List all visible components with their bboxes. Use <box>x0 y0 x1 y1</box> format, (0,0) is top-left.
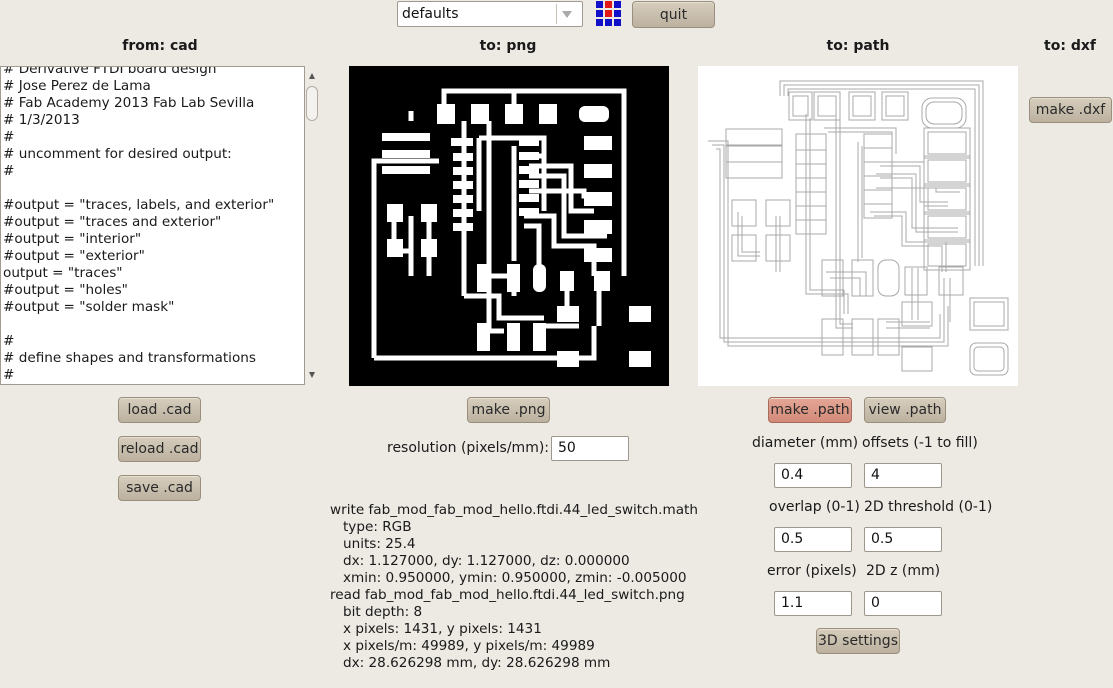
cad-line: # <box>3 163 15 179</box>
dropdown-divider <box>556 4 557 24</box>
offsets-label: offsets (-1 to fill) <box>862 435 978 451</box>
cad-line: output = "traces" <box>3 265 123 281</box>
cad-line <box>3 180 274 197</box>
cad-line: # <box>3 367 15 383</box>
resolution-input[interactable]: 50 <box>551 436 629 461</box>
log-line: dx: 1.127000, dy: 1.127000, dz: 0.000000 <box>330 553 630 569</box>
threshold-label: 2D threshold (0-1) <box>864 499 993 515</box>
load-cad-button[interactable]: load .cad <box>118 397 201 423</box>
make-path-button[interactable]: make .path <box>768 397 852 423</box>
cad-line: #output = "interior" <box>3 231 142 247</box>
3d-settings-button[interactable]: 3D settings <box>816 628 900 654</box>
make-png-button[interactable]: make .png <box>467 397 550 423</box>
cad-line: # define shapes and transformations <box>3 350 256 366</box>
cad-line: # uncomment for desired output: <box>3 146 232 162</box>
overlap-input[interactable]: 0.5 <box>774 527 852 552</box>
log-line: units: 25.4 <box>330 536 416 552</box>
cad-text-area[interactable]: # Derivative FTDI board design # Jose Per… <box>0 66 305 385</box>
log-line: x pixels/m: 49989, y pixels/m: 49989 <box>330 638 595 654</box>
log-output: write fab_mod_fab_mod_hello.ftdi.44_led_… <box>330 502 698 672</box>
cad-line: # Fab Academy 2013 Fab Lab Sevilla <box>3 95 255 111</box>
log-line: bit depth: 8 <box>330 604 423 620</box>
threshold-input[interactable]: 0.5 <box>864 527 942 552</box>
cad-line: #output = "holes" <box>3 282 128 298</box>
cad-scrollbar[interactable] <box>305 66 319 385</box>
cad-line: #output = "solder mask" <box>3 299 175 315</box>
log-line: write fab_mod_fab_mod_hello.ftdi.44_led_… <box>330 502 698 518</box>
quit-button[interactable]: quit <box>632 1 715 28</box>
log-line: read fab_mod_fab_mod_hello.ftdi.44_led_s… <box>330 587 685 603</box>
make-dxf-button[interactable]: make .dxf <box>1029 97 1112 123</box>
log-line: dx: 28.626298 mm, dy: 28.626298 mm <box>330 655 611 671</box>
cad-line <box>3 316 274 333</box>
z-label: 2D z (mm) <box>866 563 941 579</box>
cad-line: # 1/3/2013 <box>3 112 80 128</box>
cad-line: #output = "exterior" <box>3 248 145 264</box>
fab-logo-icon <box>596 1 621 26</box>
path-preview-image <box>698 66 1018 386</box>
offsets-input[interactable]: 4 <box>864 463 942 488</box>
path-column-header: to: path <box>826 38 890 54</box>
scroll-thumb[interactable] <box>306 86 318 121</box>
log-line: x pixels: 1431, y pixels: 1431 <box>330 621 542 637</box>
cad-text-content: # Derivative FTDI board design # Jose Per… <box>3 66 275 384</box>
log-line: xmin: 0.950000, ymin: 0.950000, zmin: -0… <box>330 570 687 586</box>
png-column-header: to: png <box>479 38 537 54</box>
resolution-label: resolution (pixels/mm): <box>387 440 550 456</box>
defaults-select[interactable]: defaults <box>397 1 583 27</box>
cad-line: # Jose Perez de Lama <box>3 78 151 94</box>
cad-line: # Derivative FTDI board design <box>3 66 217 77</box>
error-input[interactable]: 1.1 <box>774 591 852 616</box>
view-path-button[interactable]: view .path <box>864 397 946 423</box>
cad-column-header: from: cad <box>122 38 198 54</box>
dxf-column-header: to: dxf <box>1044 38 1096 54</box>
log-line: type: RGB <box>330 519 412 535</box>
scroll-up-arrow-icon[interactable] <box>309 73 315 79</box>
cad-line: # <box>3 129 15 145</box>
png-preview-image <box>349 66 669 386</box>
cad-line: # <box>3 333 15 349</box>
defaults-select-value: defaults <box>402 6 459 22</box>
diameter-label: diameter (mm) <box>752 435 859 451</box>
scroll-down-arrow-icon[interactable] <box>309 372 315 378</box>
reload-cad-button[interactable]: reload .cad <box>118 436 201 462</box>
diameter-input[interactable]: 0.4 <box>774 463 852 488</box>
save-cad-button[interactable]: save .cad <box>118 475 201 501</box>
z-input[interactable]: 0 <box>864 591 942 616</box>
chevron-down-icon <box>562 11 572 18</box>
cad-line: #output = "traces, labels, and exterior" <box>3 197 275 213</box>
error-label: error (pixels) <box>767 563 857 579</box>
overlap-label: overlap (0-1) <box>769 499 860 515</box>
cad-line: #output = "traces and exterior" <box>3 214 222 230</box>
